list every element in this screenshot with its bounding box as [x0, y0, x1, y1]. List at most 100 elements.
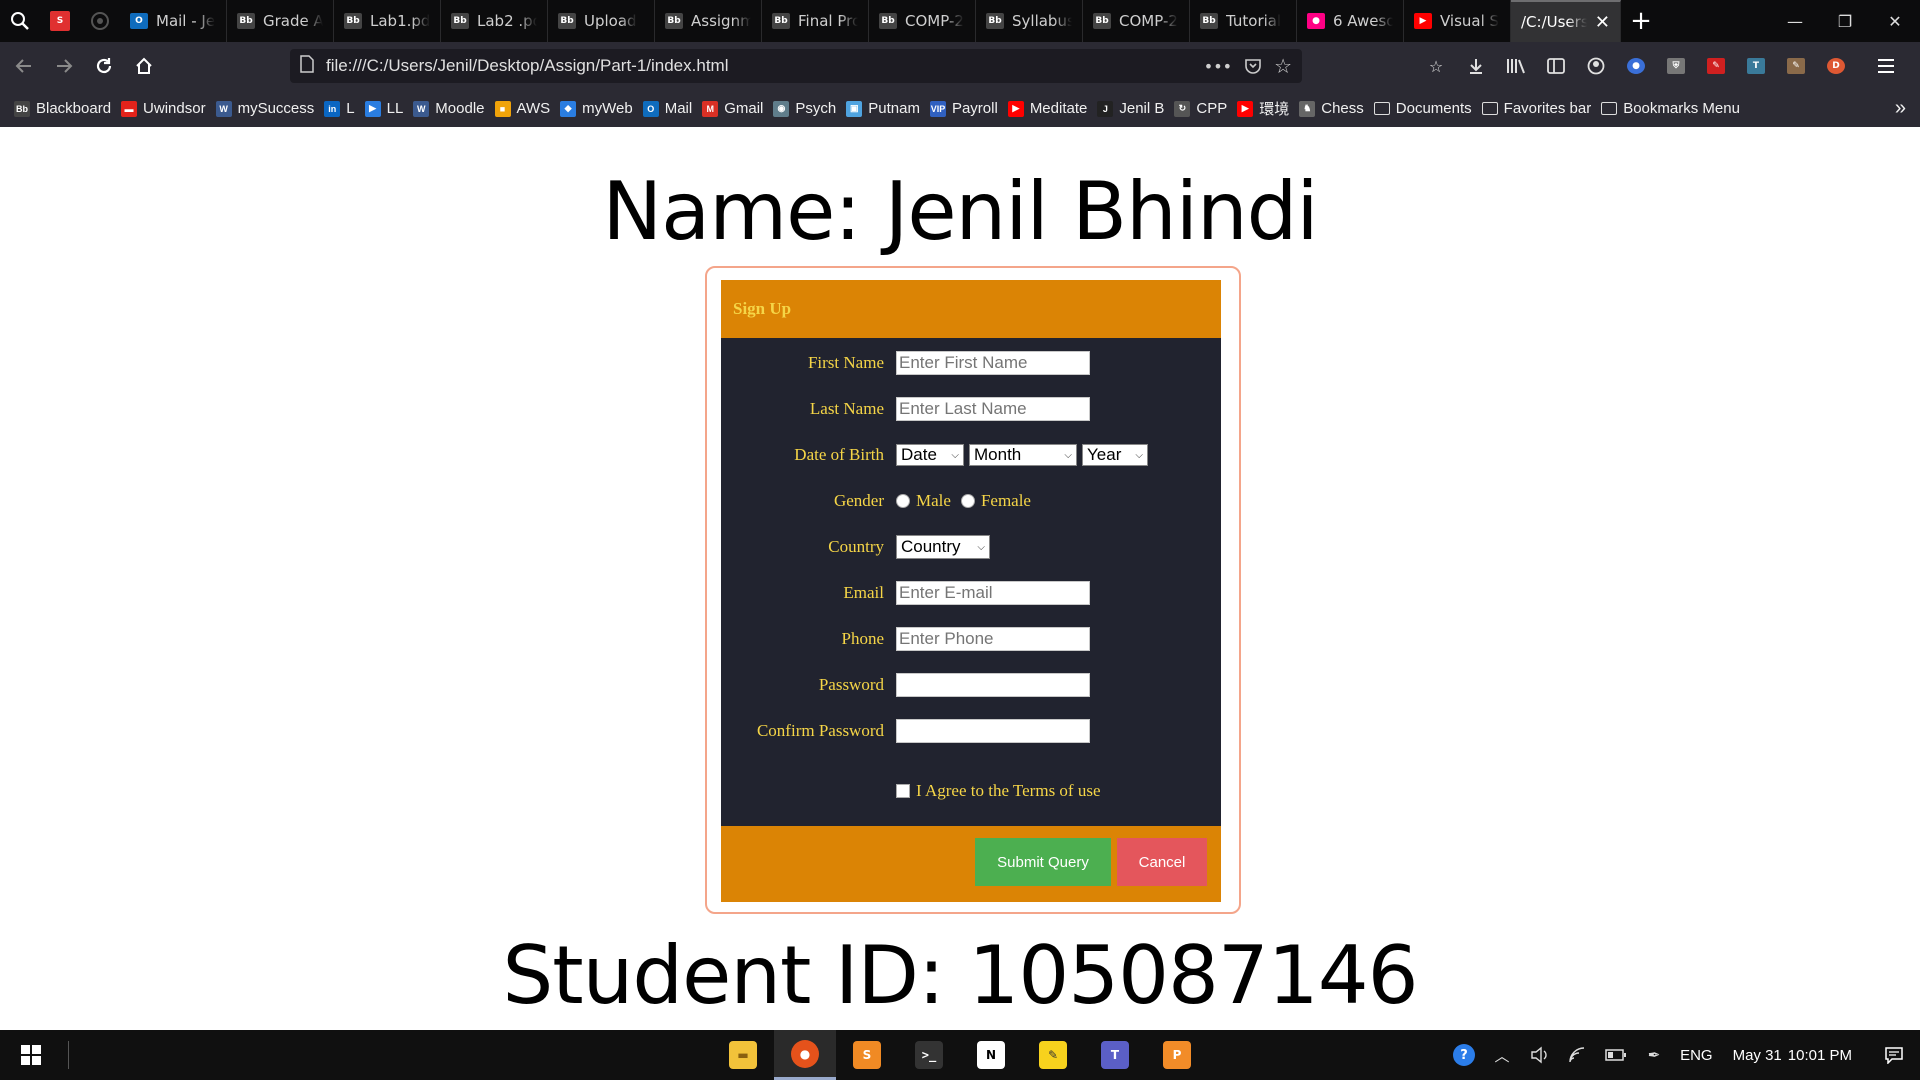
browser-tab[interactable]: Bb Lab1.pd: [334, 0, 441, 42]
help-icon[interactable]: ?: [1452, 1043, 1476, 1067]
bookmark-item[interactable]: ■ AWS: [493, 90, 559, 127]
battery-icon[interactable]: [1604, 1043, 1628, 1067]
browser-tab[interactable]: Bb COMP-2: [1083, 0, 1190, 42]
close-window-icon[interactable]: ✕: [1870, 0, 1920, 42]
minimize-icon[interactable]: —: [1770, 0, 1820, 42]
bookmark-item[interactable]: ◉ Psych: [771, 90, 844, 127]
extension-duckduckgo-icon[interactable]: D: [1818, 48, 1854, 84]
menu-icon[interactable]: [1868, 48, 1904, 84]
taskbar-sticky-notes[interactable]: ✎: [1022, 1030, 1084, 1080]
gender-female-label[interactable]: Female: [981, 491, 1031, 511]
browser-tab[interactable]: Bb Upload: [548, 0, 655, 42]
bookmark-item[interactable]: Documents: [1372, 90, 1480, 127]
forward-icon[interactable]: [44, 46, 84, 86]
confirm-password-input[interactable]: [896, 719, 1090, 743]
extension-edit-icon[interactable]: ✎: [1778, 48, 1814, 84]
terms-checkbox[interactable]: [896, 784, 910, 798]
dob-month-select[interactable]: Month ⌵: [969, 444, 1077, 466]
browser-tab[interactable]: Bb Syllabus: [976, 0, 1083, 42]
extension-translate-icon[interactable]: T: [1738, 48, 1774, 84]
sidebar-icon[interactable]: [1538, 48, 1574, 84]
pinned-tab-sumatra[interactable]: S: [40, 0, 80, 42]
library-icon[interactable]: [1498, 48, 1534, 84]
bookmarks-overflow-icon[interactable]: »: [1893, 90, 1920, 127]
start-button[interactable]: [0, 1030, 62, 1080]
taskbar-sublime[interactable]: S: [836, 1030, 898, 1080]
page-actions-icon[interactable]: •••: [1204, 57, 1232, 76]
bookmark-star-icon[interactable]: ☆: [1274, 54, 1292, 78]
bookmark-item[interactable]: J Jenil B: [1095, 90, 1172, 127]
cancel-button[interactable]: Cancel: [1117, 838, 1207, 886]
pocket-icon[interactable]: [1244, 58, 1262, 74]
bookmark-item[interactable]: ↻ CPP: [1172, 90, 1235, 127]
phone-input[interactable]: Enter Phone: [896, 627, 1090, 651]
browser-tab[interactable]: Bb Final Pro: [762, 0, 869, 42]
new-tab-button[interactable]: +: [1621, 0, 1661, 42]
bookmark-item[interactable]: Bb Blackboard: [12, 90, 119, 127]
browser-tab[interactable]: ▶ Visual S: [1404, 0, 1511, 42]
clock-time[interactable]: 10:01 PM: [1788, 1047, 1852, 1064]
pinned-tab-generic[interactable]: [80, 0, 120, 42]
terms-label[interactable]: I Agree to the Terms of use: [916, 781, 1101, 801]
dob-year-select[interactable]: Year ⌵: [1082, 444, 1148, 466]
notifications-icon[interactable]: [1882, 1043, 1906, 1067]
bookmark-item[interactable]: VIP Payroll: [928, 90, 1006, 127]
restore-icon[interactable]: ❐: [1820, 0, 1870, 42]
url-text[interactable]: file:///C:/Users/Jenil/Desktop/Assign/Pa…: [326, 56, 1192, 76]
volume-icon[interactable]: [1528, 1043, 1552, 1067]
gender-female-radio[interactable]: [960, 494, 975, 508]
account-icon[interactable]: [1578, 48, 1614, 84]
last-name-input[interactable]: Enter Last Name: [896, 397, 1090, 421]
bookmark-item[interactable]: ▬ Uwindsor: [119, 90, 214, 127]
bookmark-item[interactable]: W Moodle: [411, 90, 492, 127]
close-tab-icon[interactable]: ✕: [1595, 12, 1610, 33]
gender-male-radio[interactable]: [896, 494, 910, 508]
submit-button[interactable]: Submit Query: [975, 838, 1111, 886]
dob-date-select[interactable]: Date ⌵: [896, 444, 964, 466]
bookmark-item[interactable]: Favorites bar: [1480, 90, 1600, 127]
first-name-input[interactable]: Enter First Name: [896, 351, 1090, 375]
bookmark-item[interactable]: ♞ Chess: [1297, 90, 1372, 127]
bookmark-item[interactable]: O Mail: [641, 90, 701, 127]
back-icon[interactable]: [4, 46, 44, 86]
zoom-icon[interactable]: [0, 0, 40, 42]
bookmark-item[interactable]: M Gmail: [700, 90, 771, 127]
taskbar-file-explorer[interactable]: ▬: [712, 1030, 774, 1080]
extension-mask-icon[interactable]: ●: [1618, 48, 1654, 84]
extension-red-icon[interactable]: ✎: [1698, 48, 1734, 84]
reload-icon[interactable]: [84, 46, 124, 86]
email-input[interactable]: Enter E-mail: [896, 581, 1090, 605]
password-input[interactable]: [896, 673, 1090, 697]
language-indicator[interactable]: ENG: [1680, 1047, 1713, 1064]
bookmark-item[interactable]: ◆ myWeb: [558, 90, 641, 127]
clock-date[interactable]: May 31: [1733, 1047, 1782, 1064]
extension-shield-icon[interactable]: ⛨: [1658, 48, 1694, 84]
tab-active[interactable]: /C:/Users ✕: [1511, 0, 1621, 42]
bookmark-item[interactable]: ▶ 環境: [1235, 90, 1297, 127]
taskbar-notion[interactable]: N: [960, 1030, 1022, 1080]
pen-icon[interactable]: ✒: [1642, 1043, 1666, 1067]
taskbar-teams[interactable]: T: [1084, 1030, 1146, 1080]
bookmark-item[interactable]: ▶ LL: [363, 90, 412, 127]
home-icon[interactable]: [124, 46, 164, 86]
browser-tab[interactable]: Bb Grade A: [227, 0, 334, 42]
address-bar[interactable]: file:///C:/Users/Jenil/Desktop/Assign/Pa…: [290, 49, 1302, 83]
browser-tab[interactable]: O Mail - Je: [120, 0, 227, 42]
browser-tab[interactable]: Bb COMP-2: [869, 0, 976, 42]
bookmark-item[interactable]: in L: [322, 90, 362, 127]
taskbar-pdf[interactable]: P: [1146, 1030, 1208, 1080]
reading-list-icon[interactable]: ☆: [1418, 48, 1454, 84]
wifi-icon[interactable]: [1566, 1043, 1590, 1067]
browser-tab[interactable]: Bb Lab2 .pd: [441, 0, 548, 42]
taskbar-terminal[interactable]: >_: [898, 1030, 960, 1080]
taskbar-firefox[interactable]: ●: [774, 1030, 836, 1080]
bookmark-item[interactable]: ▶ Meditate: [1006, 90, 1096, 127]
chevron-up-icon[interactable]: ︿: [1490, 1043, 1514, 1067]
browser-tab[interactable]: Bb Assignm: [655, 0, 762, 42]
browser-tab[interactable]: ● 6 Aweso: [1297, 0, 1404, 42]
browser-tab[interactable]: Bb Tutorial: [1190, 0, 1297, 42]
country-select[interactable]: Country ⌵: [896, 535, 990, 559]
bookmark-item[interactable]: ▣ Putnam: [844, 90, 928, 127]
bookmark-item[interactable]: Bookmarks Menu: [1599, 90, 1748, 127]
download-icon[interactable]: [1458, 48, 1494, 84]
